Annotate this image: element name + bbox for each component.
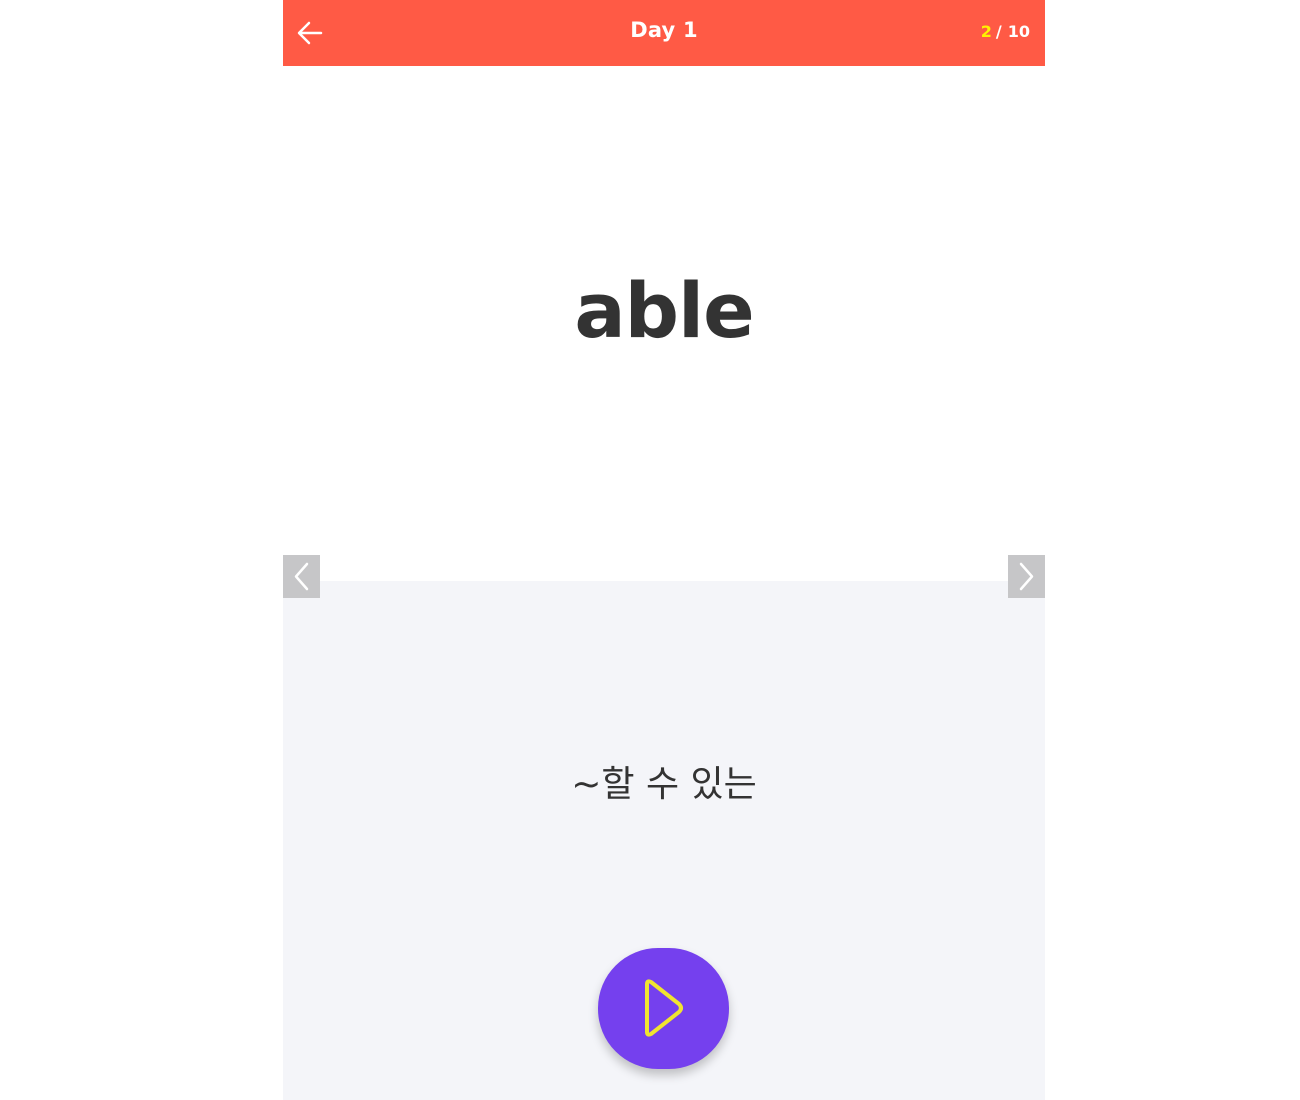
word-panel: able [283, 66, 1045, 581]
play-audio-button[interactable] [598, 948, 729, 1069]
vocabulary-word: able [574, 266, 754, 355]
chevron-left-icon [294, 562, 309, 591]
chevron-right-icon [1019, 562, 1034, 591]
next-card-button[interactable] [1008, 555, 1045, 598]
flashcard-screen: Day 1 2/ 10 able ~할 수 있는 [283, 0, 1045, 1100]
top-app-bar: Day 1 2/ 10 [283, 0, 1045, 66]
previous-card-button[interactable] [283, 555, 320, 598]
total-count: 10 [1007, 22, 1030, 41]
progress-counter: 2/ 10 [981, 22, 1030, 41]
current-index: 2 [980, 22, 992, 41]
play-icon [645, 979, 683, 1037]
counter-separator: / [995, 22, 1002, 41]
page-title: Day 1 [630, 18, 698, 42]
word-meaning: ~할 수 있는 [571, 764, 757, 805]
